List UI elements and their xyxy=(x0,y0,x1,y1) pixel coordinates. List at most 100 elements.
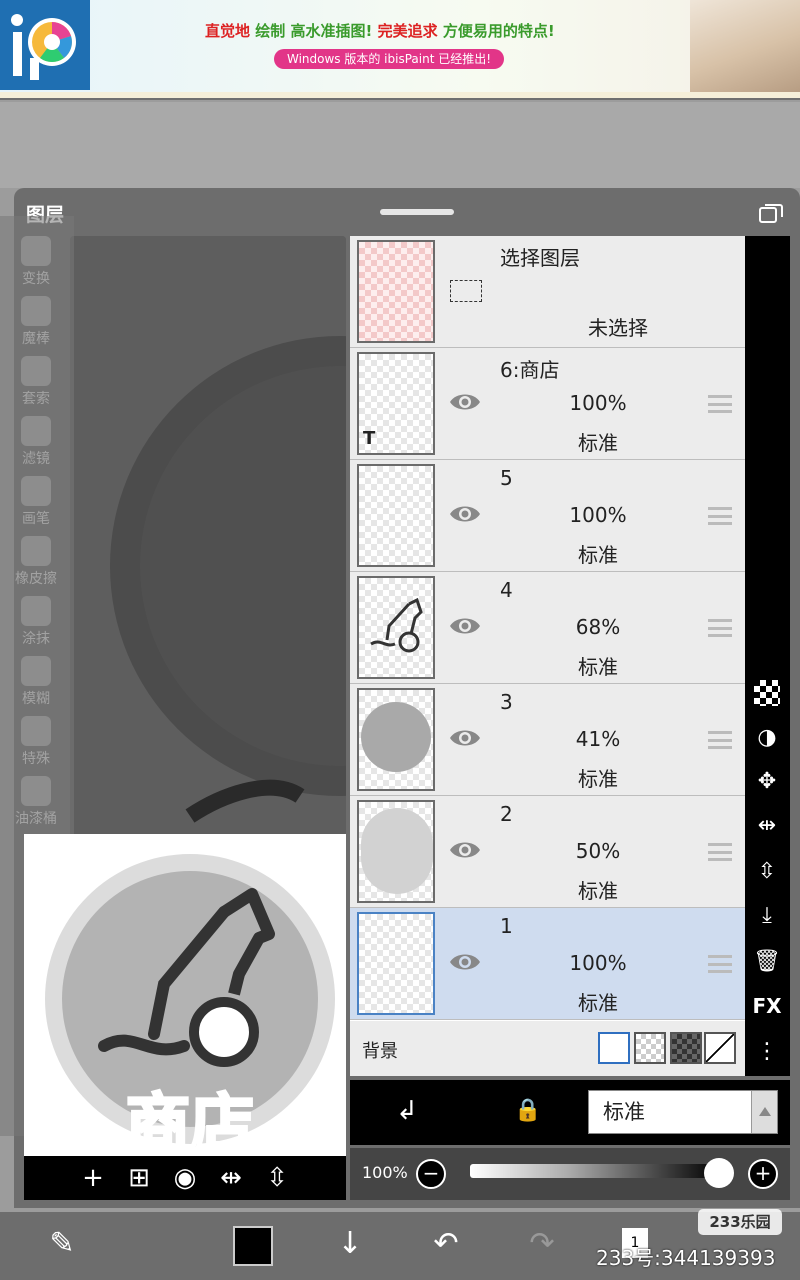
layer-thumbnail xyxy=(357,912,435,1015)
layer-preview: 商店 xyxy=(24,834,346,1164)
marquee-icon xyxy=(450,280,482,302)
chevron-up-icon[interactable] xyxy=(751,1091,777,1133)
redo-icon[interactable]: ↷ xyxy=(520,1226,564,1261)
layer-name: 1 xyxy=(500,914,513,938)
drag-handle-icon[interactable] xyxy=(708,619,732,637)
invert-icon[interactable]: ◑ xyxy=(749,720,785,756)
bg-transparent-light-swatch[interactable] xyxy=(634,1032,666,1064)
add-layer-icon[interactable]: + xyxy=(77,1163,109,1193)
bg-transparent-dark-swatch[interactable] xyxy=(670,1032,702,1064)
text-layer-icon: T xyxy=(363,428,376,449)
selection-status: 未选择 xyxy=(588,316,648,340)
color-swatch[interactable] xyxy=(233,1226,273,1266)
ad-windows-button[interactable]: Windows 版本的 ibisPaint 已经推出! xyxy=(274,49,504,69)
layer-row-1-selected[interactable]: 1 100% 标准 xyxy=(350,908,745,1020)
tool-lasso[interactable]: 套索 xyxy=(6,356,66,408)
eraser-icon xyxy=(21,536,51,566)
tool-select-icon[interactable]: ✎ xyxy=(40,1226,84,1261)
layer-name: 2 xyxy=(500,802,513,826)
ad-character-image xyxy=(690,0,800,92)
eye-icon[interactable] xyxy=(448,390,482,414)
tool-transform[interactable]: 变换 xyxy=(6,236,66,288)
paint-bucket-icon xyxy=(21,776,51,806)
blur-drop-icon xyxy=(21,656,51,686)
flip-vertical-icon[interactable]: ⇳ xyxy=(261,1163,293,1193)
fx-icon xyxy=(21,416,51,446)
eye-icon[interactable] xyxy=(448,502,482,526)
brush-icon xyxy=(21,476,51,506)
tool-eraser[interactable]: 橡皮擦 xyxy=(6,536,66,588)
layer-blend-mode: 标准 xyxy=(578,543,618,567)
move-layer-icon[interactable]: ✥ xyxy=(749,764,785,800)
smudge-icon xyxy=(21,596,51,626)
drawing-canvas[interactable] xyxy=(70,236,346,836)
tool-brush[interactable]: 画笔 xyxy=(6,476,66,528)
tool-blur[interactable]: 模糊 xyxy=(6,656,66,708)
eye-icon[interactable] xyxy=(448,950,482,974)
ibispaint-logo-icon[interactable] xyxy=(0,0,90,90)
eye-icon[interactable] xyxy=(448,838,482,862)
opacity-value: 100% xyxy=(362,1163,408,1182)
merge-down-icon[interactable]: ⤓ xyxy=(749,898,785,934)
preview-text: 商店 xyxy=(126,1088,254,1156)
panel-drag-handle[interactable] xyxy=(380,209,454,215)
background-label: 背景 xyxy=(362,1041,398,1062)
clipping-icon[interactable]: ↲ xyxy=(396,1096,418,1126)
duplicate-layer-icon[interactable]: ⊞ xyxy=(123,1163,155,1193)
drag-handle-icon[interactable] xyxy=(708,507,732,525)
layer-name: 4 xyxy=(500,578,513,602)
layer-opacity: 68% xyxy=(575,615,621,639)
layer-row-4[interactable]: 4 68% 标准 xyxy=(350,572,745,684)
drag-handle-icon[interactable] xyxy=(708,731,732,749)
ad-headline: 直觉地 绘制 高水准插图! 完美追求 方便易用的特点! xyxy=(205,22,555,40)
layer-name: 5 xyxy=(500,466,513,490)
opacity-minus-button[interactable]: − xyxy=(416,1159,446,1189)
opacity-slider-knob[interactable] xyxy=(704,1158,734,1188)
layer-name: 3 xyxy=(500,690,513,714)
camera-icon[interactable]: ◉ xyxy=(169,1163,201,1193)
layer-row-3[interactable]: 3 41% 标准 xyxy=(350,684,745,796)
eye-icon[interactable] xyxy=(448,614,482,638)
canvas-background xyxy=(0,102,800,188)
checkerboard-icon[interactable] xyxy=(754,680,780,706)
tool-filter[interactable]: 滤镜 xyxy=(6,416,66,468)
selection-layer[interactable]: 选择图层 未选择 xyxy=(350,236,745,348)
layer-blend-mode: 标准 xyxy=(578,991,618,1015)
tool-special[interactable]: 特殊 xyxy=(6,716,66,768)
ad-banner[interactable] xyxy=(0,0,800,92)
layer-thumbnail xyxy=(357,464,435,567)
tool-fill[interactable]: 油漆桶 xyxy=(6,776,66,828)
layer-opacity: 100% xyxy=(569,503,627,527)
layer-row-2[interactable]: 2 50% 标准 xyxy=(350,796,745,908)
layer-row-6[interactable]: T 6:商店 100% 标准 xyxy=(350,348,745,460)
down-arrow-icon[interactable]: ↓ xyxy=(328,1226,372,1261)
layer-blend-mode: 标准 xyxy=(578,431,618,455)
opacity-plus-button[interactable]: + xyxy=(748,1159,778,1189)
drag-handle-icon[interactable] xyxy=(708,395,732,413)
bg-white-swatch[interactable] xyxy=(598,1032,630,1064)
eye-icon[interactable] xyxy=(448,726,482,750)
bg-none-swatch[interactable] xyxy=(704,1032,736,1064)
tool-magic-wand[interactable]: 魔棒 xyxy=(6,296,66,348)
opacity-slider[interactable] xyxy=(470,1164,720,1178)
fx-icon[interactable]: FX xyxy=(749,988,785,1024)
layer-thumbnail: T xyxy=(357,352,435,455)
flip-horizontal-icon[interactable]: ⇹ xyxy=(749,808,785,844)
drag-handle-icon[interactable] xyxy=(708,955,732,973)
layer-row-5[interactable]: 5 100% 标准 xyxy=(350,460,745,572)
special-pen-icon xyxy=(21,716,51,746)
layer-opacity: 41% xyxy=(575,727,621,751)
trash-icon[interactable]: 🗑 xyxy=(749,944,785,980)
flip-horizontal-icon[interactable]: ⇹ xyxy=(215,1163,247,1193)
layer-opacity: 100% xyxy=(569,391,627,415)
window-restore-icon[interactable] xyxy=(758,202,784,224)
undo-icon[interactable]: ↶ xyxy=(424,1226,468,1261)
flip-vertical-icon[interactable]: ⇳ xyxy=(749,854,785,890)
more-vertical-icon[interactable]: ⋮ xyxy=(749,1034,785,1070)
drag-handle-icon[interactable] xyxy=(708,843,732,861)
alpha-lock-icon[interactable]: 🔒 xyxy=(514,1098,541,1123)
layer-name: 6:商店 xyxy=(500,358,560,382)
tool-smudge[interactable]: 涂抹 xyxy=(6,596,66,648)
blend-mode-select[interactable]: 标准 xyxy=(588,1090,778,1134)
ad-divider xyxy=(0,92,800,100)
